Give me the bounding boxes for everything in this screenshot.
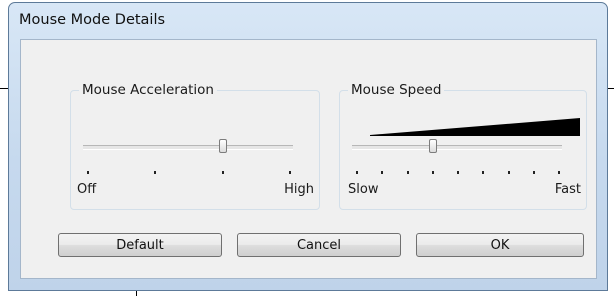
speed-slider-thumb[interactable] bbox=[429, 139, 437, 153]
mouse-acceleration-group: Mouse Acceleration Off High bbox=[70, 82, 320, 210]
dialog-body: Mouse Acceleration Off High Mouse Speed … bbox=[20, 39, 597, 279]
speed-slider-tick bbox=[457, 171, 459, 174]
speed-max-label: Fast bbox=[554, 182, 581, 197]
speed-slider-tick bbox=[558, 171, 560, 174]
acceleration-max-label: High bbox=[284, 182, 314, 197]
speed-slider-track[interactable] bbox=[352, 145, 562, 150]
speed-ramp-graphic bbox=[370, 118, 580, 136]
speed-min-label: Slow bbox=[348, 182, 379, 197]
mouse-speed-group: Mouse Speed Slow Fast bbox=[339, 82, 587, 210]
acceleration-slider-tick bbox=[222, 171, 224, 174]
dialog-title: Mouse Mode Details bbox=[19, 12, 166, 28]
acceleration-min-label: Off bbox=[77, 182, 97, 197]
acceleration-slider-tick bbox=[154, 171, 156, 174]
acceleration-slider-tick bbox=[289, 171, 291, 174]
mouse-mode-details-dialog: Mouse Mode Details Mouse Acceleration Of… bbox=[8, 2, 608, 291]
acceleration-slider-tick bbox=[87, 171, 89, 174]
mouse-acceleration-label: Mouse Acceleration bbox=[79, 82, 217, 98]
ok-button[interactable]: OK bbox=[416, 233, 584, 257]
speed-slider-tick bbox=[407, 171, 409, 174]
cancel-button[interactable]: Cancel bbox=[237, 233, 401, 257]
speed-slider-tick bbox=[432, 171, 434, 174]
mouse-speed-label: Mouse Speed bbox=[348, 82, 445, 98]
speed-slider-tick bbox=[533, 171, 535, 174]
speed-slider-tick bbox=[356, 171, 358, 174]
speed-slider-tick bbox=[482, 171, 484, 174]
speed-slider-tick bbox=[508, 171, 510, 174]
acceleration-slider-track[interactable] bbox=[83, 145, 293, 150]
default-button[interactable]: Default bbox=[58, 233, 222, 257]
speed-slider-tick bbox=[381, 171, 383, 174]
acceleration-slider-thumb[interactable] bbox=[219, 139, 227, 153]
title-bar[interactable]: Mouse Mode Details bbox=[9, 3, 607, 39]
